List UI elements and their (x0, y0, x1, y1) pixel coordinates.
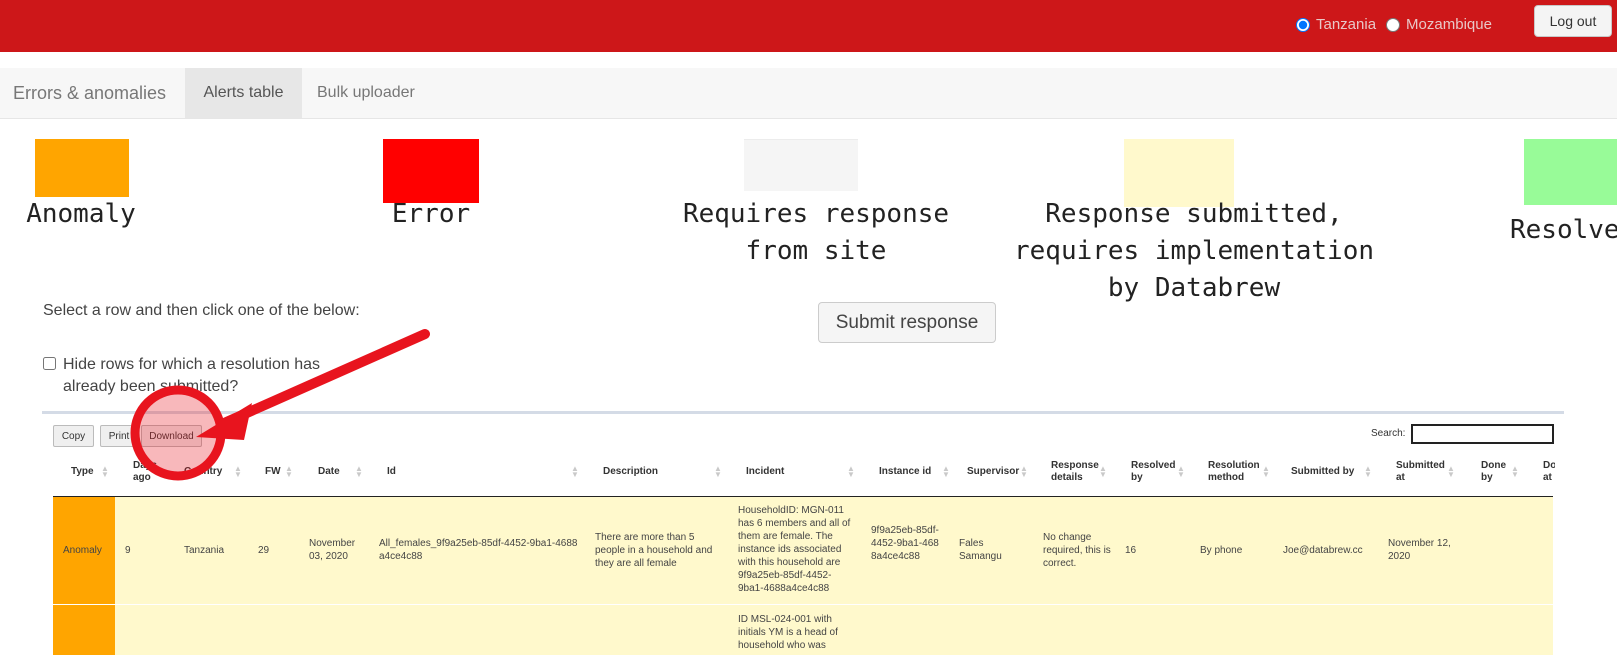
annotation-arrow (130, 329, 430, 481)
annotation-arrow-shaft (217, 329, 430, 429)
